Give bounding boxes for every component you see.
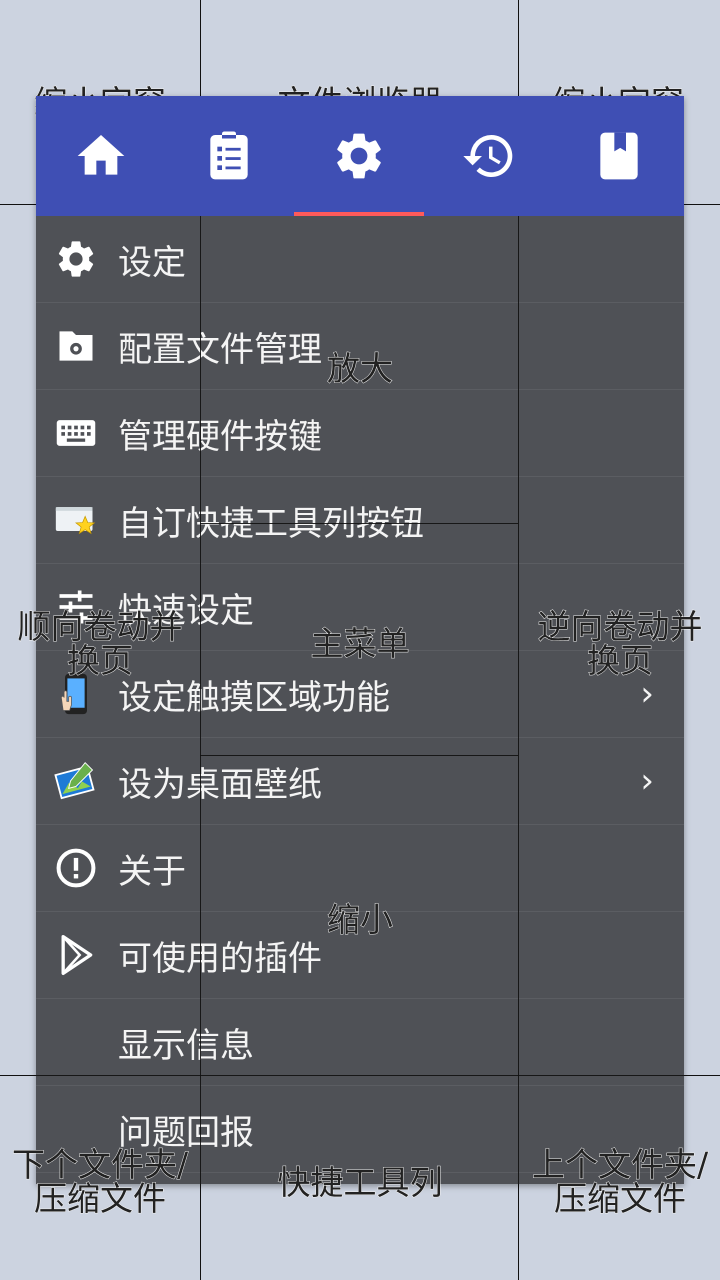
grid-hline-mid1-overlay <box>200 523 518 524</box>
info-icon <box>36 846 116 890</box>
zone-label-scroll-forward: 顺向卷动并 换页 <box>17 607 183 680</box>
menu-item-label: 管理硬件按键 <box>118 416 322 457</box>
clipboard-list-icon <box>210 131 248 180</box>
zone-label-scroll-backward: 逆向卷动并 换页 <box>537 607 703 680</box>
play-store-icon <box>36 933 116 977</box>
menu-item-hardware-keys[interactable]: 管理硬件按键 <box>36 390 684 477</box>
zone-label-toolbar: 快捷工具列 <box>277 1163 443 1202</box>
menu-item-label: 显示信息 <box>118 1025 254 1066</box>
folder-settings-icon <box>36 324 116 368</box>
tab-settings[interactable] <box>294 96 424 216</box>
home-icon <box>77 135 125 175</box>
zone-label-prev-folder: 上个文件夹/ 压缩文件 <box>531 1145 709 1218</box>
toolbar-star-icon <box>36 498 116 542</box>
tab-home[interactable] <box>36 96 166 216</box>
menu-tab-bar <box>36 96 684 216</box>
tab-list[interactable] <box>164 96 294 216</box>
menu-item-show-info[interactable]: 显示信息 <box>36 999 684 1086</box>
keyboard-icon <box>36 411 116 455</box>
menu-item-label: 可使用的插件 <box>118 938 322 979</box>
menu-item-label: 配置文件管理 <box>118 329 322 370</box>
menu-item-label: 设定 <box>118 242 186 283</box>
grid-vline-right-overlay <box>518 216 519 1184</box>
grid-hline-mid2-overlay <box>200 755 518 756</box>
bookmark-icon <box>600 132 638 180</box>
history-icon <box>463 135 513 177</box>
menu-item-custom-toolbar[interactable]: 自订快捷工具列按钮 <box>36 477 684 564</box>
zone-label-zoom-in: 放大 <box>327 349 394 388</box>
zone-label-next-folder: 下个文件夹/ 压缩文件 <box>11 1145 189 1218</box>
menu-item-about[interactable]: 关于 <box>36 825 684 912</box>
zone-label-main-menu: 主菜单 <box>310 624 410 663</box>
menu-item-label: 设为桌面壁纸 <box>118 764 322 805</box>
wallpaper-icon <box>36 759 116 803</box>
tab-history[interactable] <box>424 96 554 216</box>
menu-item-label: 自订快捷工具列按钮 <box>118 503 424 544</box>
chevron-right-icon: › <box>640 761 654 801</box>
menu-item-settings[interactable]: 设定 <box>36 216 684 303</box>
zone-label-zoom-out: 缩小 <box>327 900 394 939</box>
gear-icon <box>36 237 116 281</box>
tab-bookmark[interactable] <box>554 96 684 216</box>
menu-item-label: 关于 <box>118 851 186 892</box>
grid-vline-left-overlay <box>200 216 201 1184</box>
gear-icon <box>337 133 381 179</box>
grid-hline-bottom-overlay <box>36 1075 684 1076</box>
chevron-right-icon: › <box>640 674 654 714</box>
menu-item-wallpaper[interactable]: 设为桌面壁纸 › <box>36 738 684 825</box>
